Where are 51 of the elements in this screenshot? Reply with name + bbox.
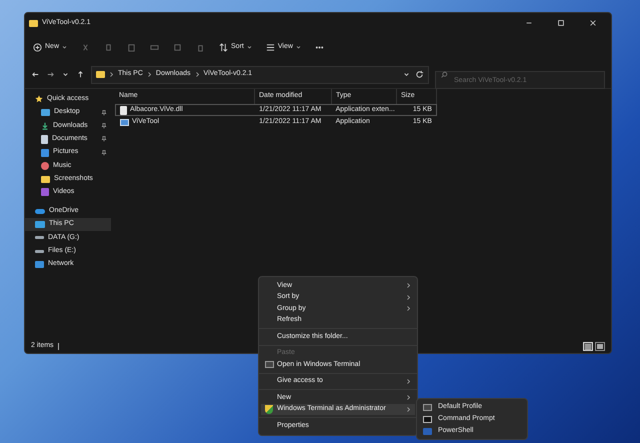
search-icon	[440, 70, 448, 78]
chevron-right-icon	[406, 294, 411, 300]
plus-circle-icon	[33, 42, 42, 52]
console-icon	[423, 416, 432, 422]
folder-icon	[96, 71, 105, 78]
details-view-icon[interactable]	[583, 342, 593, 350]
caret-icon	[296, 44, 301, 50]
desktop-icon	[41, 109, 50, 116]
forward-icon[interactable]	[46, 70, 55, 79]
close-icon[interactable]	[589, 19, 597, 27]
pin-icon	[101, 136, 107, 142]
pin-icon	[101, 150, 107, 156]
file-icon	[120, 106, 127, 114]
music-icon	[41, 162, 49, 170]
chevron-right-icon	[406, 406, 411, 412]
back-icon[interactable]	[31, 70, 40, 79]
pin-icon	[101, 122, 107, 129]
application-icon	[120, 118, 129, 126]
powershell-icon	[423, 428, 432, 434]
pin-icon	[101, 110, 107, 116]
chevron-right-icon	[194, 72, 200, 77]
chevron-right-icon	[406, 378, 411, 384]
chevron-right-icon	[406, 395, 411, 400]
drive-icon	[35, 250, 44, 253]
shield-icon	[265, 404, 273, 414]
videos-icon	[41, 188, 49, 196]
star-icon	[35, 95, 43, 104]
download-icon	[41, 122, 49, 130]
pictures-icon	[41, 148, 49, 157]
terminal-icon	[423, 404, 432, 410]
maximize-icon[interactable]	[557, 19, 565, 27]
cloud-icon	[35, 208, 45, 214]
caret-icon	[246, 44, 252, 50]
document-icon	[41, 134, 48, 144]
tiles-view-icon[interactable]	[595, 342, 605, 350]
chevron-right-icon	[406, 306, 411, 312]
up-icon[interactable]	[76, 70, 85, 79]
monitor-icon	[35, 221, 45, 228]
sort-icon	[219, 42, 228, 52]
chevron-right-icon	[146, 72, 152, 77]
drive-icon	[35, 236, 44, 240]
chevron-right-icon	[406, 283, 411, 288]
cut-icon[interactable]	[81, 42, 90, 52]
caret-icon	[62, 44, 68, 50]
refresh-icon[interactable]	[415, 70, 424, 79]
terminal-icon	[264, 361, 274, 368]
folder-icon	[29, 20, 38, 26]
folder-icon	[41, 176, 50, 183]
network-icon	[35, 260, 44, 268]
chevron-right-icon	[109, 72, 114, 77]
view-icon	[266, 42, 275, 52]
